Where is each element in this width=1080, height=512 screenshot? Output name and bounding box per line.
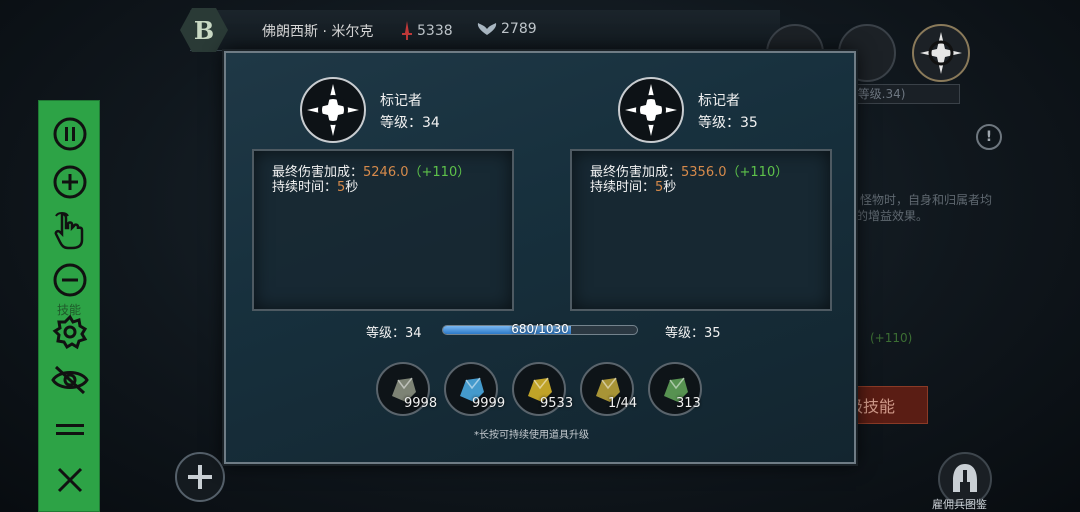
current-skill-icon — [300, 77, 366, 143]
rank-letter: B — [193, 15, 215, 45]
upgrade-item-count: 9533 — [540, 396, 574, 411]
damage-value: 5246.0 — [363, 165, 409, 180]
plus-icon — [188, 465, 212, 489]
current-desc-box: 最终伤害加成：5246.0（+110） 持续时间：5秒 — [252, 149, 514, 311]
hand-pointer-icon — [54, 212, 84, 250]
settings-button[interactable] — [51, 313, 89, 351]
info-icon[interactable]: ! — [976, 124, 1002, 150]
menu-button[interactable] — [51, 411, 89, 449]
player-name: 佛朗西斯 · 米尔克 — [262, 24, 374, 40]
duration-unit: 秒 — [663, 180, 677, 195]
upgrade-item-count: 313 — [676, 396, 701, 411]
upgrade-item-count: 9999 — [472, 396, 506, 411]
pause-icon — [53, 117, 87, 151]
eye-off-icon — [51, 365, 89, 395]
close-button[interactable] — [51, 461, 89, 499]
close-icon — [57, 467, 83, 493]
pause-button[interactable] — [51, 115, 89, 153]
helmet-icon — [953, 464, 977, 492]
minus-circle-icon — [53, 263, 87, 297]
progress-left-level: 等级：34 — [366, 326, 422, 341]
progress-right-level: 等级：35 — [665, 326, 721, 341]
gear-icon — [52, 314, 88, 350]
next-desc-box: 最终伤害加成：5356.0（+110） 持续时间：5秒 — [570, 149, 832, 311]
attack-value: 5338 — [417, 23, 453, 39]
bg-bonus: (+110) — [870, 331, 913, 345]
bg-skill-slot-3[interactable] — [912, 24, 970, 82]
bg-desc-line-1: 怪物时，自身和归属者均 — [860, 193, 993, 207]
crosshair-icon — [307, 84, 359, 136]
menu-icon — [56, 424, 84, 435]
bg-desc-line-2: 的增益效果。 — [856, 209, 929, 223]
next-skill-level: 等级：35 — [698, 115, 758, 131]
hint-text: *长按可持续使用道具升级 — [474, 430, 589, 441]
duration-label: 持续时间： — [590, 180, 656, 195]
upgrade-item-count: 9998 — [404, 396, 438, 411]
next-skill-name: 标记者 — [698, 93, 740, 109]
crosshair-icon — [920, 32, 962, 74]
crosshair-icon — [625, 84, 677, 136]
damage-value: 5356.0 — [681, 165, 727, 180]
add-button[interactable] — [175, 452, 225, 502]
duration-label: 持续时间： — [272, 180, 338, 195]
current-duration-line: 持续时间：5秒 — [272, 176, 358, 195]
upgrade-item-count: 1/44 — [608, 396, 638, 411]
next-duration-line: 持续时间：5秒 — [590, 176, 676, 195]
hide-button[interactable] — [51, 361, 89, 399]
plus-circle-icon — [53, 165, 87, 199]
mercenary-codex-label: 雇佣兵图鉴 — [932, 498, 987, 511]
attack-stat: 5338 — [400, 21, 453, 41]
floating-tool-panel: 技能 — [38, 100, 100, 512]
damage-bonus: （+110） — [408, 165, 471, 180]
current-skill-name: 标记者 — [380, 93, 422, 109]
tap-button[interactable] — [51, 211, 89, 250]
exp-progress-text: 680/1030 — [511, 322, 569, 336]
defense-value: 2789 — [501, 21, 537, 37]
wings-icon — [477, 23, 497, 35]
speed-up-button[interactable] — [51, 163, 89, 201]
next-skill-icon — [618, 77, 684, 143]
sword-icon — [402, 21, 412, 40]
current-skill-level: 等级：34 — [380, 115, 440, 131]
slow-down-button[interactable] — [51, 261, 89, 299]
duration-unit: 秒 — [345, 180, 359, 195]
defense-stat: 2789 — [476, 21, 537, 37]
damage-bonus: （+110） — [726, 165, 789, 180]
